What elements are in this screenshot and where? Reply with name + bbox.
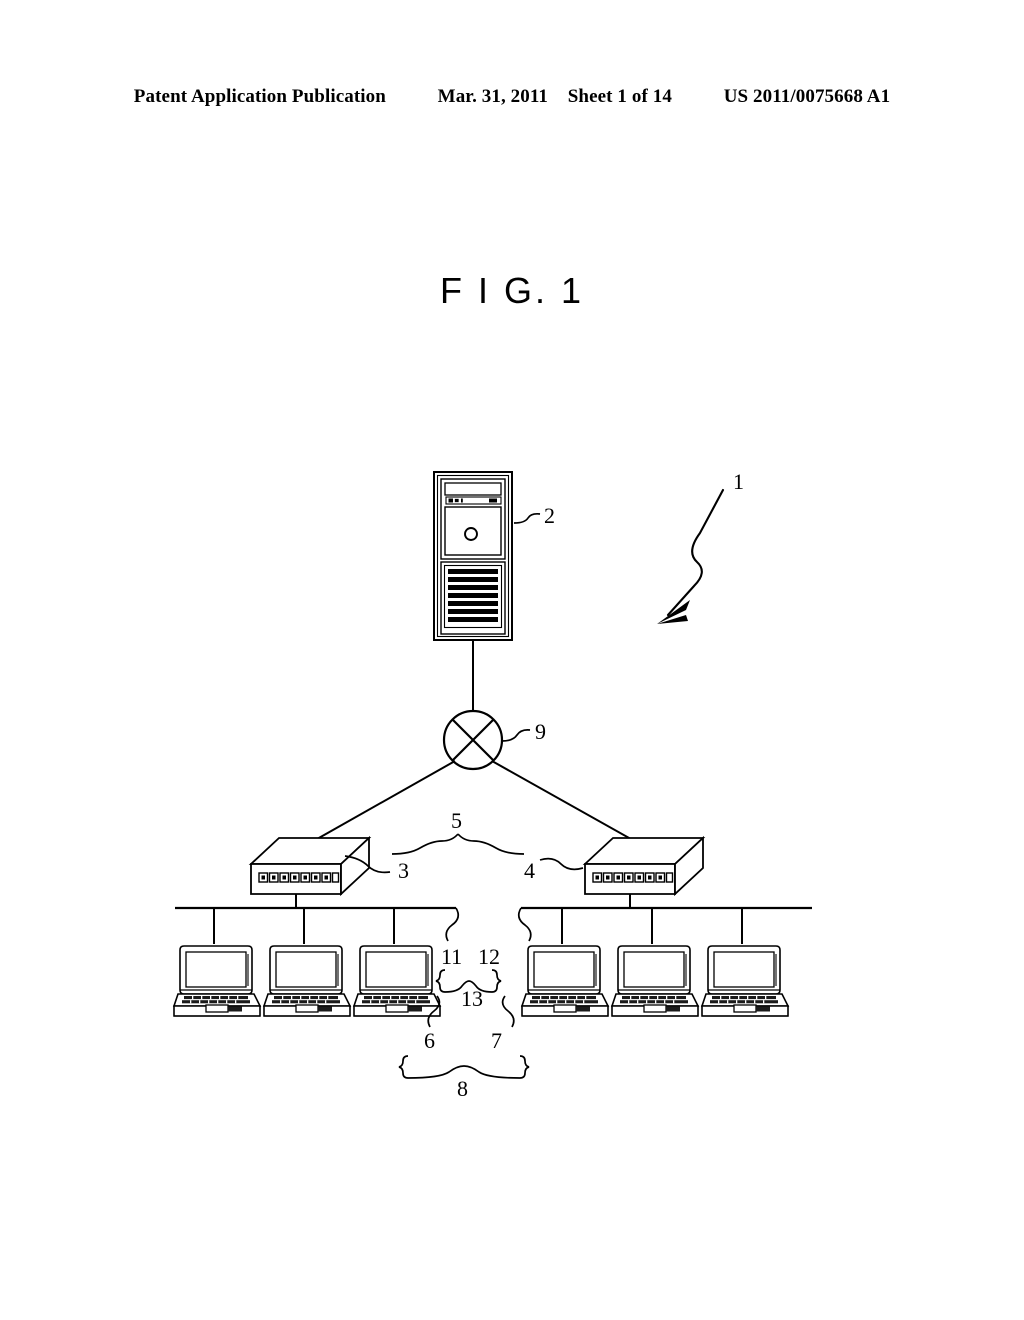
switch-left xyxy=(250,837,370,895)
ref-numeral-clients-right: 7 xyxy=(491,1028,502,1053)
client-notebook-5 xyxy=(611,945,699,1017)
ref-numeral-switch-group: 5 xyxy=(451,808,462,833)
ref-numeral-clients-left: 6 xyxy=(424,1028,435,1053)
brace-clients-group xyxy=(398,1055,530,1079)
leader-line-segment-right xyxy=(517,907,532,942)
ref-numeral-segment-left: 11 xyxy=(441,944,462,969)
ref-numeral-segment-right: 12 xyxy=(478,944,500,969)
network-cloud-node xyxy=(442,709,504,771)
leader-line-switch-right xyxy=(539,857,584,871)
ref-numeral-switch-left: 3 xyxy=(398,858,409,883)
link-cloud-to-switch-left xyxy=(309,760,456,844)
client-notebook-1 xyxy=(173,945,261,1017)
figure-drawing: 1 2 9 3 4 5 11 12 13 6 7 8 xyxy=(0,0,1024,1320)
system-reference-arrow xyxy=(657,488,725,624)
ref-numeral-switch-right: 4 xyxy=(524,858,535,883)
ref-numeral-system: 1 xyxy=(733,469,744,494)
ref-numeral-clients-group: 8 xyxy=(457,1076,468,1101)
link-cloud-to-switch-right xyxy=(491,760,639,844)
ref-numeral-segment-group: 13 xyxy=(461,986,483,1011)
switch-right xyxy=(584,837,704,895)
leader-line-server xyxy=(513,512,541,524)
client-notebook-2 xyxy=(263,945,351,1017)
leader-line-segment-left xyxy=(445,907,460,942)
server-tower xyxy=(433,471,513,641)
client-notebook-3 xyxy=(353,945,441,1017)
leader-line-clients-right xyxy=(501,995,515,1028)
client-notebook-6 xyxy=(701,945,789,1017)
ref-numeral-network-cloud: 9 xyxy=(535,719,546,744)
ref-numeral-server: 2 xyxy=(544,503,555,528)
brace-switch-group xyxy=(391,833,525,855)
client-notebook-4 xyxy=(521,945,609,1017)
leader-line-cloud xyxy=(501,729,531,742)
